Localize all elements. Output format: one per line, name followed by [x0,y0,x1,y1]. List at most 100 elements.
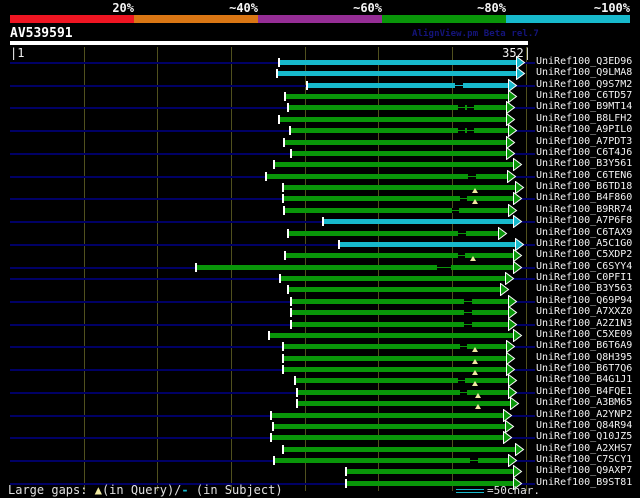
start-tick [345,467,347,477]
hit-label[interactable]: UniRef100_A3BM65 [536,397,632,408]
hit-label[interactable]: UniRef100_B9RR74 [536,204,632,215]
hit-label[interactable]: UniRef100_B6T6A9 [536,340,632,351]
start-tick [290,308,292,318]
hit-label[interactable]: UniRef100_A2Z1N3 [536,318,632,329]
query-gap-legend-icon: ▲ [94,483,102,497]
hit-bar[interactable] [283,446,515,452]
strand-arrow-icon [498,226,508,240]
hit-label[interactable]: UniRef100_Q8H395 [536,352,632,363]
gridline [84,47,85,491]
hit-label[interactable]: UniRef100_B6T7Q6 [536,363,632,374]
hit-label[interactable]: UniRef100_C6TEN6 [536,170,632,181]
hit-label[interactable]: UniRef100_B9MT14 [536,101,632,112]
hit-label[interactable]: UniRef100_B4FQE1 [536,386,632,397]
hit-bar[interactable] [271,435,503,441]
hit-bar[interactable] [291,321,508,327]
start-tick [282,342,284,352]
hit-label[interactable]: UniRef100_B6TD18 [536,181,632,192]
hit-bar[interactable] [271,412,503,418]
hit-bar[interactable] [273,423,505,429]
hit-bar[interactable] [346,469,513,475]
start-tick [322,217,324,227]
hit-label[interactable]: UniRef100_A7P6F8 [536,215,632,226]
start-tick [279,274,281,284]
hit-label[interactable]: UniRef100_Q9S7M2 [536,79,632,90]
hit-label[interactable]: UniRef100_A2XHS7 [536,443,632,454]
hit-bar[interactable] [288,287,500,293]
hit-label[interactable]: UniRef100_B4F860 [536,192,632,203]
subject-gap-line [458,255,465,257]
hit-bar[interactable] [279,116,506,122]
hit-bar[interactable] [290,128,508,134]
hit-bar[interactable] [339,241,515,247]
hit-label[interactable]: UniRef100_A5C1G0 [536,238,632,249]
hit-bar[interactable] [285,94,508,100]
subject-gap-line [467,107,474,109]
subject-gap-line [464,323,472,325]
hit-label[interactable]: UniRef100_Q10JZ5 [536,431,632,442]
hit-label[interactable]: UniRef100_Q69P94 [536,295,632,306]
hit-label[interactable]: UniRef100_Q9AXP7 [536,465,632,476]
hit-label[interactable]: UniRef100_A7XXZ0 [536,306,632,317]
hit-bar[interactable] [279,60,516,65]
hit-label[interactable]: UniRef100_A2YNP2 [536,409,632,420]
hit-label[interactable]: UniRef100_A7PDT3 [536,136,632,147]
hit-bar[interactable] [291,310,508,316]
hit-bar[interactable] [291,298,508,304]
subject-gap-line [460,391,467,393]
hit-bar[interactable] [285,253,513,259]
query-gap-icon [475,404,481,410]
hit-label[interactable]: UniRef100_C6T4J6 [536,147,632,158]
start-tick [270,410,272,420]
start-tick [282,194,284,204]
hit-bar[interactable] [323,219,513,225]
start-tick [287,228,289,238]
query-gap-icon [472,199,478,205]
subject-gap-line [460,198,467,200]
hit-bar[interactable] [288,230,498,236]
hit-label[interactable]: UniRef100_C5XDP2 [536,249,632,260]
hit-label[interactable]: UniRef100_C0PFI1 [536,272,632,283]
hit-bar[interactable] [269,332,513,338]
hit-bar[interactable] [280,276,505,282]
start-tick [278,58,280,67]
hit-label[interactable]: UniRef100_Q9LMA8 [536,67,632,78]
hit-bar[interactable] [284,207,508,213]
start-tick [296,399,298,409]
hit-label[interactable]: UniRef100_C6SYY4 [536,261,632,272]
gap-legend: Large gaps: ▲(in Query)/- (in Subject) [8,483,283,497]
hit-bar[interactable] [307,82,508,88]
hit-label[interactable]: UniRef100_C6TD57 [536,90,632,101]
hit-label[interactable]: UniRef100_Q3ED96 [536,56,632,67]
gridline [526,47,527,491]
hit-bar[interactable] [283,196,513,202]
hit-label[interactable]: UniRef100_B9ST81 [536,477,632,488]
start-tick [294,376,296,386]
hit-label[interactable]: UniRef100_B3Y561 [536,158,632,169]
query-gap-icon [475,392,481,398]
hit-label[interactable]: UniRef100_C5XE09 [536,329,632,340]
query-gap-icon [472,358,478,364]
start-tick [287,285,289,295]
start-tick [273,160,275,170]
hit-bar[interactable] [284,139,506,145]
hit-label[interactable]: UniRef100_A9PIL0 [536,124,632,135]
hit-bar[interactable] [277,71,516,77]
start-tick [276,69,278,79]
hit-label[interactable]: UniRef100_B3Y563 [536,283,632,294]
start-tick [278,114,280,124]
query-gap-icon [472,347,478,353]
hit-bar[interactable] [274,162,513,168]
hit-label[interactable]: UniRef100_B8LFH2 [536,113,632,124]
start-tick [283,137,285,147]
hit-label[interactable]: UniRef100_C6TAX9 [536,227,632,238]
start-tick [345,478,347,488]
hit-bar[interactable] [196,264,513,270]
hit-bar[interactable] [291,150,506,156]
hit-label[interactable]: UniRef100_C7SCY1 [536,454,632,465]
hit-bar[interactable] [283,185,515,191]
start-tick [270,433,272,443]
subject-gap-line [452,209,459,211]
hit-label[interactable]: UniRef100_B4G1J1 [536,374,632,385]
hit-label[interactable]: UniRef100_Q84R94 [536,420,632,431]
